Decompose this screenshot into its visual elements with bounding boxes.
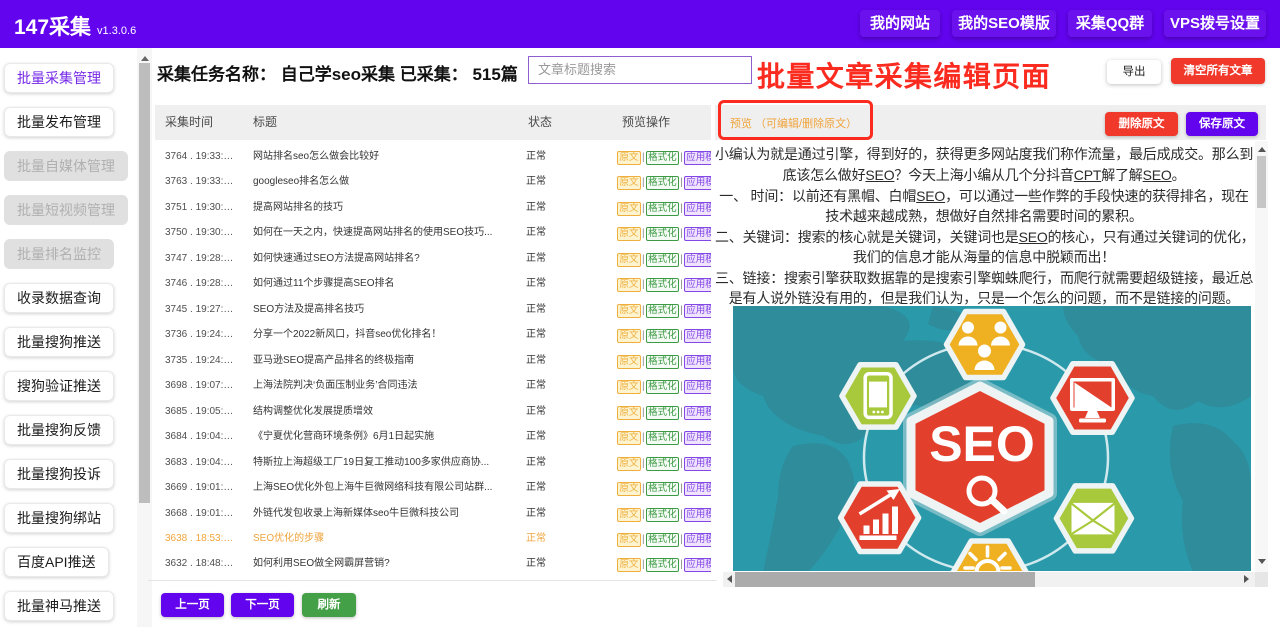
svg-text:SEO: SEO bbox=[929, 416, 1035, 472]
